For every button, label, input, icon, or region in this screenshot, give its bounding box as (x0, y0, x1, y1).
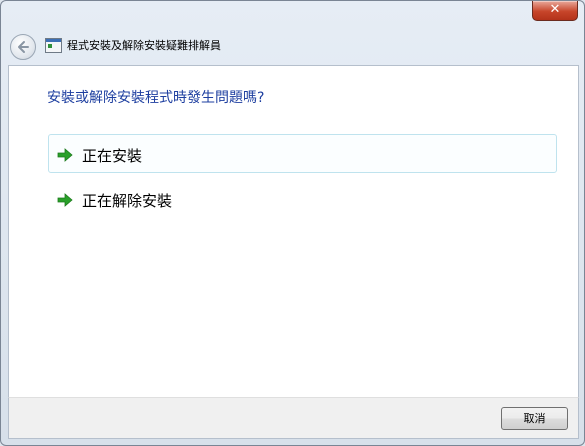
back-arrow-icon (18, 41, 29, 53)
close-button[interactable]: ✕ (532, 1, 578, 21)
back-button[interactable] (10, 34, 36, 60)
option-uninstalling-label: 正在解除安裝 (82, 192, 173, 210)
option-installing[interactable]: 正在安裝 (48, 134, 557, 173)
footer-bar: 取消 (8, 397, 579, 439)
troubleshooter-app-icon (45, 38, 62, 53)
window-title: 程式安裝及解除安裝疑難排解員 (67, 39, 221, 52)
cancel-button[interactable]: 取消 (501, 407, 568, 430)
page-question: 安裝或解除安裝程式時發生問題嗎? (47, 90, 265, 106)
content-panel: 安裝或解除安裝程式時發生問題嗎? 正在安裝 正在解除安裝 (8, 65, 579, 399)
option-uninstalling[interactable]: 正在解除安裝 (48, 179, 557, 218)
troubleshooter-window: ✕ 程式安裝及解除安裝疑難排解員 安裝或解除安裝程式時發生問題嗎? 正在安裝 正… (0, 0, 585, 446)
title-bar: 程式安裝及解除安裝疑難排解員 (1, 25, 584, 65)
green-arrow-icon (57, 193, 73, 207)
green-arrow-icon (57, 148, 73, 162)
close-icon: ✕ (549, 2, 561, 17)
option-installing-label: 正在安裝 (82, 147, 143, 165)
